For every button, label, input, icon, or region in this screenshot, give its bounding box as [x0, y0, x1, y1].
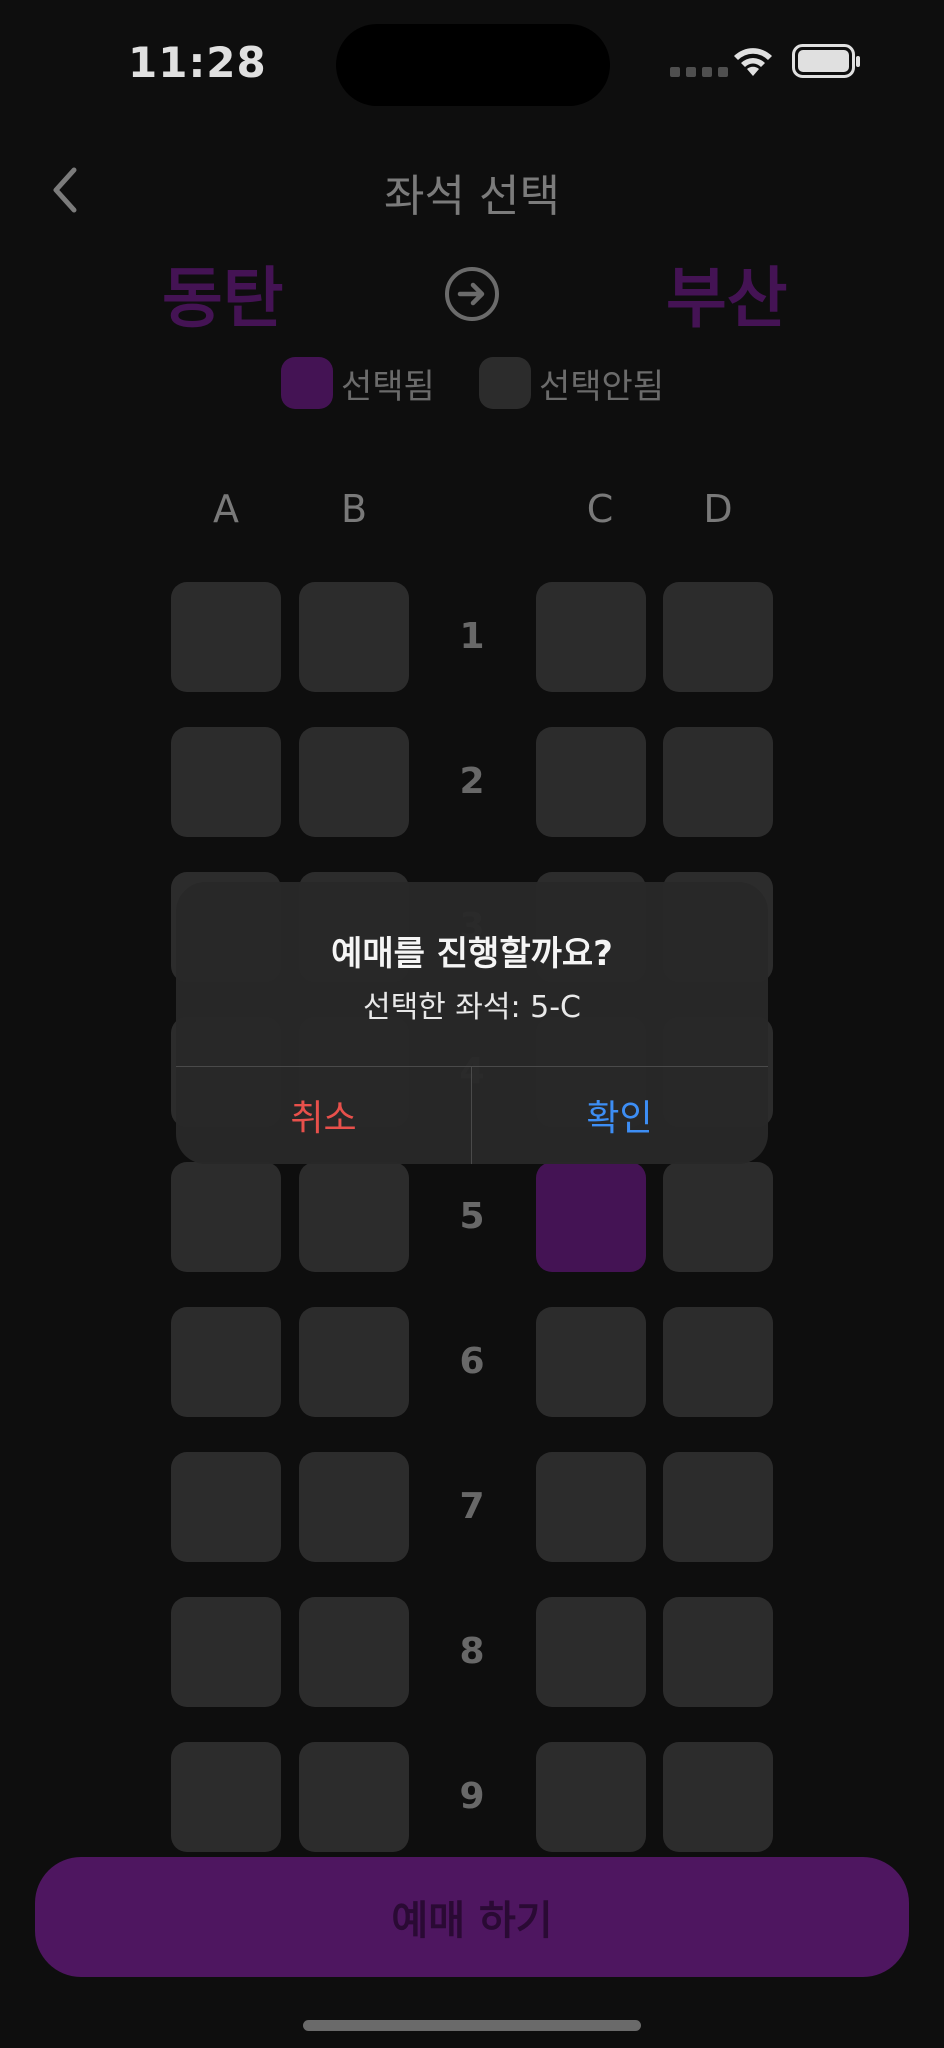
- row-number: 8: [459, 1631, 485, 1672]
- dialog-title: 예매를 진행할까요?: [331, 934, 613, 974]
- selected-swatch: [281, 357, 333, 409]
- seat-6-b[interactable]: [299, 1307, 409, 1417]
- seat-1-d[interactable]: [663, 582, 773, 692]
- book-button[interactable]: 예매 하기: [35, 1857, 909, 1977]
- seat-6-a[interactable]: [171, 1307, 281, 1417]
- seat-6-c[interactable]: [536, 1307, 646, 1417]
- cellular-signal-icon: [670, 67, 728, 77]
- seat-6-d[interactable]: [663, 1307, 773, 1417]
- row-number: 5: [459, 1196, 485, 1237]
- row-number: 1: [459, 616, 485, 657]
- seat-5-b[interactable]: [299, 1162, 409, 1272]
- cancel-button[interactable]: 취소: [176, 1066, 471, 1164]
- home-indicator: [303, 2020, 641, 2031]
- seat-8-a[interactable]: [171, 1597, 281, 1707]
- seat-8-d[interactable]: [663, 1597, 773, 1707]
- seat-5-a[interactable]: [171, 1162, 281, 1272]
- battery-icon: [792, 44, 860, 78]
- arrival-station[interactable]: 부산: [666, 245, 787, 341]
- column-header-d: D: [703, 487, 733, 531]
- page-title: 좌석 선택: [384, 171, 560, 222]
- legend-selected: 선택됨: [281, 357, 435, 409]
- column-header-a: A: [213, 487, 239, 531]
- column-header-b: B: [340, 487, 368, 531]
- seat-7-d[interactable]: [663, 1452, 773, 1562]
- legend-selected-label: 선택됨: [341, 366, 435, 407]
- arrow-right-circle-icon: [445, 267, 499, 321]
- unselected-swatch: [479, 357, 531, 409]
- status-time: 11:28: [128, 38, 267, 87]
- seat-9-c[interactable]: [536, 1742, 646, 1852]
- seat-2-a[interactable]: [171, 727, 281, 837]
- seat-7-b[interactable]: [299, 1452, 409, 1562]
- seat-8-b[interactable]: [299, 1597, 409, 1707]
- seat-1-b[interactable]: [299, 582, 409, 692]
- seat-5-d[interactable]: [663, 1162, 773, 1272]
- row-number: 9: [459, 1776, 485, 1817]
- confirm-dialog: 예매를 진행할까요? 선택한 좌석: 5-C 취소 확인: [176, 882, 768, 1164]
- seat-1-c[interactable]: [536, 582, 646, 692]
- seat-1-a[interactable]: [171, 582, 281, 692]
- row-number: 2: [459, 761, 485, 802]
- seat-2-b[interactable]: [299, 727, 409, 837]
- seat-7-a[interactable]: [171, 1452, 281, 1562]
- row-number: 6: [459, 1341, 485, 1382]
- seat-2-d[interactable]: [663, 727, 773, 837]
- seat-9-b[interactable]: [299, 1742, 409, 1852]
- column-header-c: C: [586, 487, 614, 531]
- seat-7-c[interactable]: [536, 1452, 646, 1562]
- confirm-button[interactable]: 확인: [472, 1066, 767, 1164]
- legend-unselected-label: 선택안됨: [539, 366, 665, 407]
- seat-9-d[interactable]: [663, 1742, 773, 1852]
- departure-station[interactable]: 동탄: [162, 245, 283, 341]
- dialog-message: 선택한 좌석: 5-C: [362, 990, 582, 1025]
- seat-2-c[interactable]: [536, 727, 646, 837]
- legend-unselected: 선택안됨: [479, 357, 664, 409]
- seat-5-c[interactable]: [536, 1162, 646, 1272]
- seat-9-a[interactable]: [171, 1742, 281, 1852]
- wifi-icon: [734, 48, 772, 76]
- dynamic-island: [336, 24, 610, 106]
- row-number: 7: [459, 1486, 485, 1527]
- seat-8-c[interactable]: [536, 1597, 646, 1707]
